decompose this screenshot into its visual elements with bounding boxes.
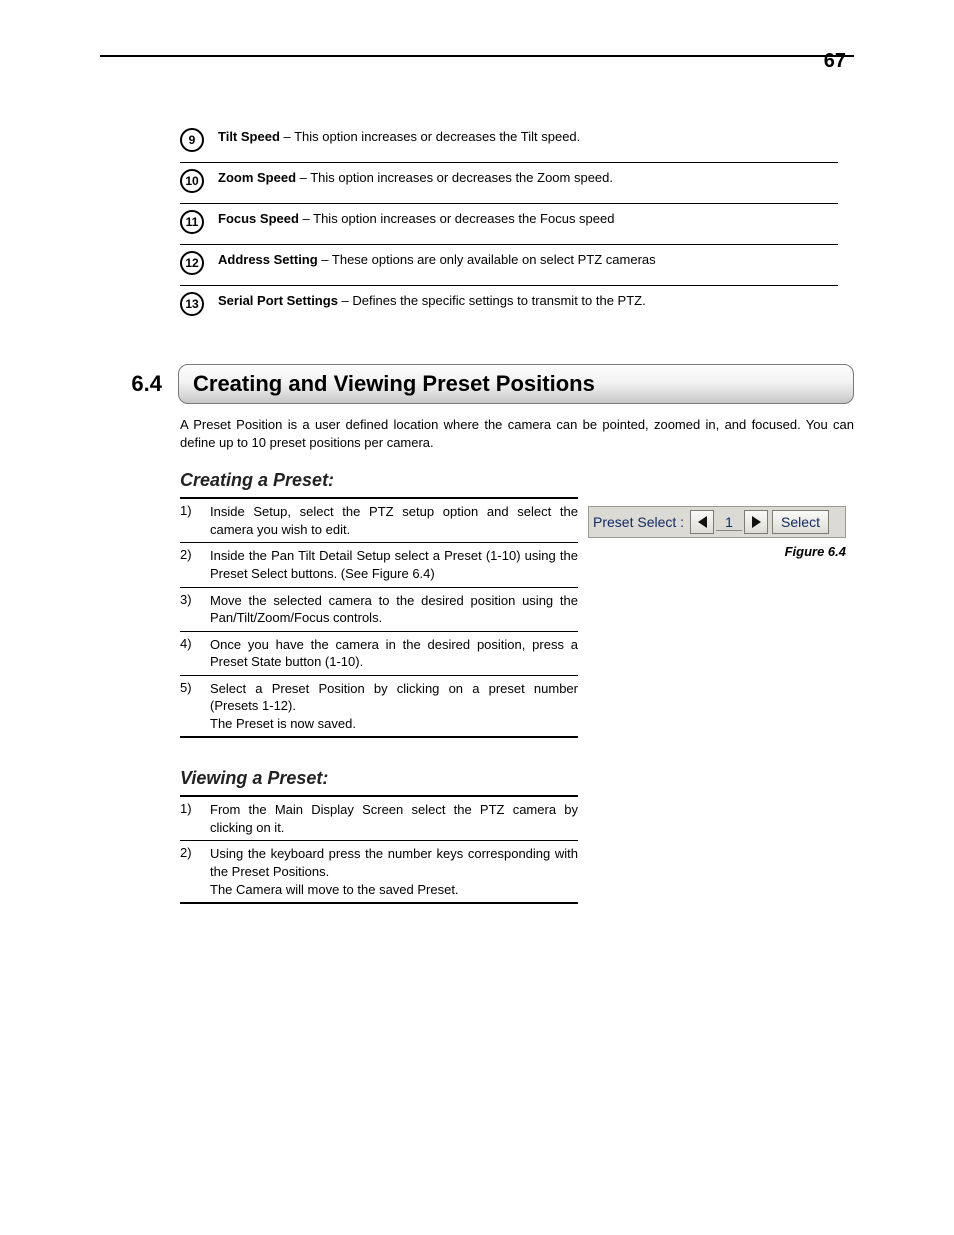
triangle-right-icon (752, 516, 761, 528)
definition-row: 12 Address Setting – These options are on… (180, 245, 838, 286)
step-text: Select a Preset Position by clicking on … (210, 680, 578, 733)
section-intro: A Preset Position is a user defined loca… (180, 416, 854, 452)
step-row: 1)From the Main Display Screen select th… (180, 797, 578, 841)
step-text: Using the keyboard press the number keys… (210, 845, 578, 898)
step-text: Inside Setup, select the PTZ setup optio… (210, 503, 578, 538)
step-row: 2)Inside the Pan Tilt Detail Setup selec… (180, 543, 578, 587)
step-number: 2) (180, 547, 210, 582)
definition-row: 9 Tilt Speed – This option increases or d… (180, 122, 838, 163)
definition-badge: 10 (180, 169, 204, 193)
subhead-creating: Creating a Preset: (180, 470, 854, 491)
steps-creating: 1)Inside Setup, select the PTZ setup opt… (180, 497, 578, 738)
definition-row: 10 Zoom Speed – This option increases or … (180, 163, 838, 204)
subhead-viewing: Viewing a Preset: (180, 768, 854, 789)
definition-text: Address Setting – These options are only… (218, 251, 656, 269)
definition-text: Focus Speed – This option increases or d… (218, 210, 614, 228)
section-title: Creating and Viewing Preset Positions (178, 364, 854, 404)
step-text: From the Main Display Screen select the … (210, 801, 578, 836)
definition-badge: 12 (180, 251, 204, 275)
steps-viewing: 1)From the Main Display Screen select th… (180, 795, 578, 904)
step-number: 1) (180, 503, 210, 538)
preset-select-widget: Preset Select : 1 Select (588, 506, 846, 538)
definition-badge: 13 (180, 292, 204, 316)
definition-text: Zoom Speed – This option increases or de… (218, 169, 613, 187)
definition-list: 9 Tilt Speed – This option increases or d… (180, 122, 854, 326)
preset-select-button[interactable]: Select (772, 510, 829, 534)
page: 67 9 Tilt Speed – This option increases o… (0, 0, 954, 1235)
step-text: Move the selected camera to the desired … (210, 592, 578, 627)
step-row: 1)Inside Setup, select the PTZ setup opt… (180, 499, 578, 543)
step-row: 4)Once you have the camera in the desire… (180, 632, 578, 676)
top-rule (100, 55, 854, 57)
definition-text: Serial Port Settings – Defines the speci… (218, 292, 646, 310)
definition-row: 13 Serial Port Settings – Defines the spe… (180, 286, 838, 326)
step-number: 5) (180, 680, 210, 733)
definition-text: Tilt Speed – This option increases or de… (218, 128, 580, 146)
definition-row: 11 Focus Speed – This option increases or… (180, 204, 838, 245)
step-number: 1) (180, 801, 210, 836)
step-row: 5)Select a Preset Position by clicking o… (180, 676, 578, 737)
step-text: Inside the Pan Tilt Detail Setup select … (210, 547, 578, 582)
step-row: 2)Using the keyboard press the number ke… (180, 841, 578, 902)
definition-badge: 9 (180, 128, 204, 152)
definition-badge: 11 (180, 210, 204, 234)
step-number: 4) (180, 636, 210, 671)
section-header: 6.4 Creating and Viewing Preset Position… (100, 364, 854, 404)
step-text: Once you have the camera in the desired … (210, 636, 578, 671)
figure-caption: Figure 6.4 (588, 544, 846, 559)
step-number: 3) (180, 592, 210, 627)
section-number: 6.4 (100, 371, 178, 397)
page-number: 67 (824, 50, 846, 73)
figure-6-4: Preset Select : 1 Select Figure 6.4 (588, 506, 846, 559)
preset-prev-button[interactable] (690, 510, 714, 534)
triangle-left-icon (698, 516, 707, 528)
preset-value: 1 (716, 514, 742, 531)
preset-next-button[interactable] (744, 510, 768, 534)
step-number: 2) (180, 845, 210, 898)
preset-select-label: Preset Select : (593, 514, 684, 530)
step-row: 3)Move the selected camera to the desire… (180, 588, 578, 632)
